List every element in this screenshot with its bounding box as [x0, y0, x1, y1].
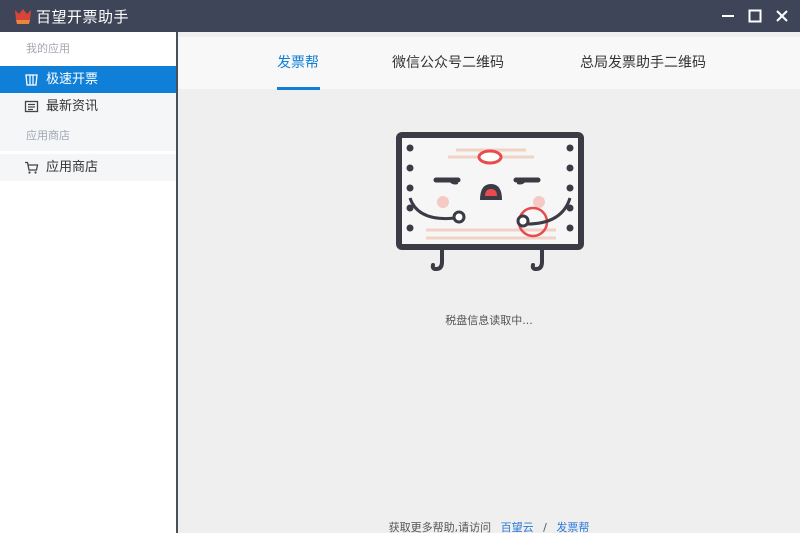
sidebar-item-app-store[interactable]: 应用商店 [0, 154, 176, 181]
baiwang-cloud-link[interactable]: 百望云 [501, 521, 534, 534]
sidebar-item-label: 应用商店 [46, 160, 99, 175]
invoice-icon [25, 74, 38, 86]
tab-wechat-qrcode[interactable]: 微信公众号二维码 [392, 52, 504, 72]
close-button[interactable] [767, 0, 797, 32]
sidebar-item-news[interactable]: 最新资讯 [0, 93, 176, 120]
status-text: 税盘信息读取中... [445, 314, 533, 327]
minimize-icon [722, 15, 734, 17]
close-icon [776, 10, 788, 22]
sidebar-item-label: 最新资讯 [46, 99, 99, 114]
cart-icon [25, 161, 39, 174]
maximize-icon [748, 9, 762, 23]
fapiaobang-link[interactable]: 发票帮 [556, 521, 589, 534]
active-tab-indicator [277, 87, 320, 90]
sidebar-item-label: 极速开票 [46, 72, 99, 87]
sidebar-item-fast-invoice[interactable]: 极速开票 [0, 66, 176, 93]
minimize-button[interactable] [713, 0, 743, 32]
main-panel: 发票帮 微信公众号二维码 总局发票助手二维码 税盘信息读取中... 获取更多帮助… [178, 32, 800, 534]
app-logo-icon [15, 9, 31, 24]
sidebar-section-my-apps: 我的应用 [26, 42, 70, 55]
tab-fapiaobang[interactable]: 发票帮 [277, 52, 319, 72]
app-title: 百望开票助手 [36, 8, 130, 26]
sidebar-section-store: 应用商店 [0, 120, 176, 151]
sidebar: 我的应用 极速开票 最新资讯 应用商店 应用商店 [0, 32, 178, 533]
footer-prefix: 获取更多帮助,请访问 [388, 521, 492, 534]
footer-separator: / [543, 521, 547, 534]
invoice-mascot-illustration [396, 132, 584, 272]
news-icon [24, 100, 39, 113]
maximize-button[interactable] [740, 0, 770, 32]
tab-tax-bureau-qrcode[interactable]: 总局发票助手二维码 [580, 52, 706, 72]
title-bar: 百望开票助手 [0, 0, 800, 32]
tab-bar: 发票帮 微信公众号二维码 总局发票助手二维码 [178, 37, 800, 90]
